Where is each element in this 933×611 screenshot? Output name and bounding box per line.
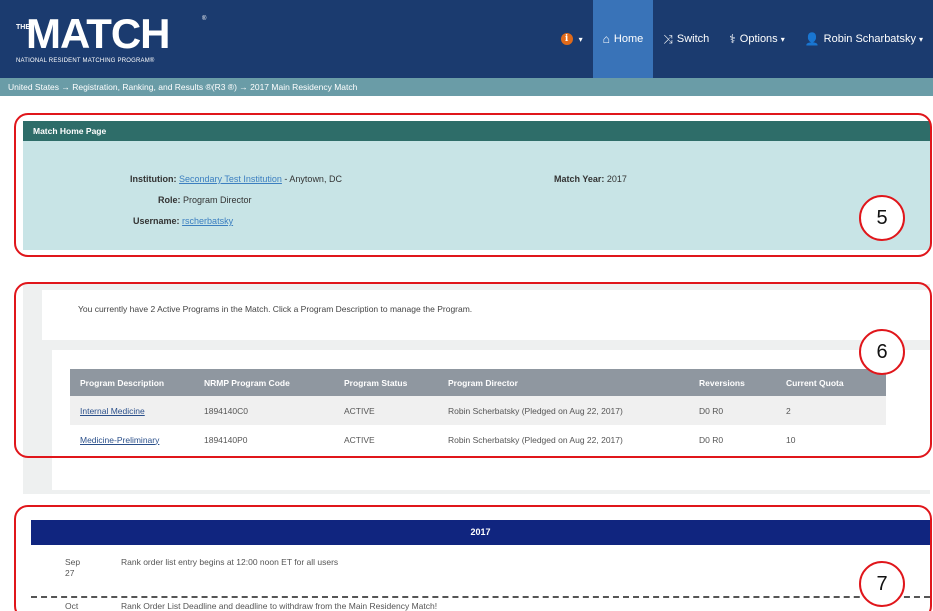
annotation-box-6 (14, 282, 932, 458)
nav-user-menu[interactable]: 👤 Robin Scharbatsky ▾ (795, 0, 933, 78)
annotation-marker-6: 6 (859, 329, 905, 375)
chevron-down-icon: ▾ (780, 34, 785, 44)
stethoscope-icon: ⚕ (729, 32, 736, 46)
nrmp-logo[interactable]: THE MATCH ® NATIONAL RESIDENT MATCHING P… (16, 10, 212, 70)
nav-user-label: Robin Scharbatsky (823, 33, 916, 45)
nav-switch-label: Switch (676, 33, 710, 45)
home-icon: ⌂ (602, 32, 610, 46)
chevron-down-icon: ▾ (918, 34, 923, 44)
logo-the-text: THE (16, 24, 30, 31)
info-icon: i (560, 33, 573, 45)
app-header: THE MATCH ® NATIONAL RESIDENT MATCHING P… (0, 0, 933, 78)
logo-match-text: MATCH (26, 10, 171, 57)
nav-options-label: Options (739, 33, 778, 45)
annotation-box-5 (14, 113, 932, 257)
info-menu[interactable]: i ▾ (551, 0, 593, 78)
logo-subtitle: NATIONAL RESIDENT MATCHING PROGRAM® (16, 58, 155, 64)
shuffle-icon: ⤨ (663, 31, 673, 46)
top-nav: i ▾ ⌂ Home ⤨ Switch ⚕ Options ▾ 👤 Robin … (551, 0, 933, 78)
user-icon: 👤 (804, 32, 820, 46)
nav-home[interactable]: ⌂ Home (592, 0, 654, 78)
breadcrumb: United States → Registration, Ranking, a… (0, 78, 933, 96)
logo-trademark: ® (202, 16, 207, 22)
nav-switch[interactable]: ⤨ Switch (653, 0, 719, 78)
chevron-down-icon: ▾ (578, 34, 583, 44)
nav-home-label: Home (613, 33, 644, 45)
annotation-box-7 (14, 505, 932, 611)
annotation-marker-7: 7 (859, 561, 905, 607)
annotation-marker-5: 5 (859, 195, 905, 241)
nav-options[interactable]: ⚕ Options ▾ (719, 0, 794, 78)
